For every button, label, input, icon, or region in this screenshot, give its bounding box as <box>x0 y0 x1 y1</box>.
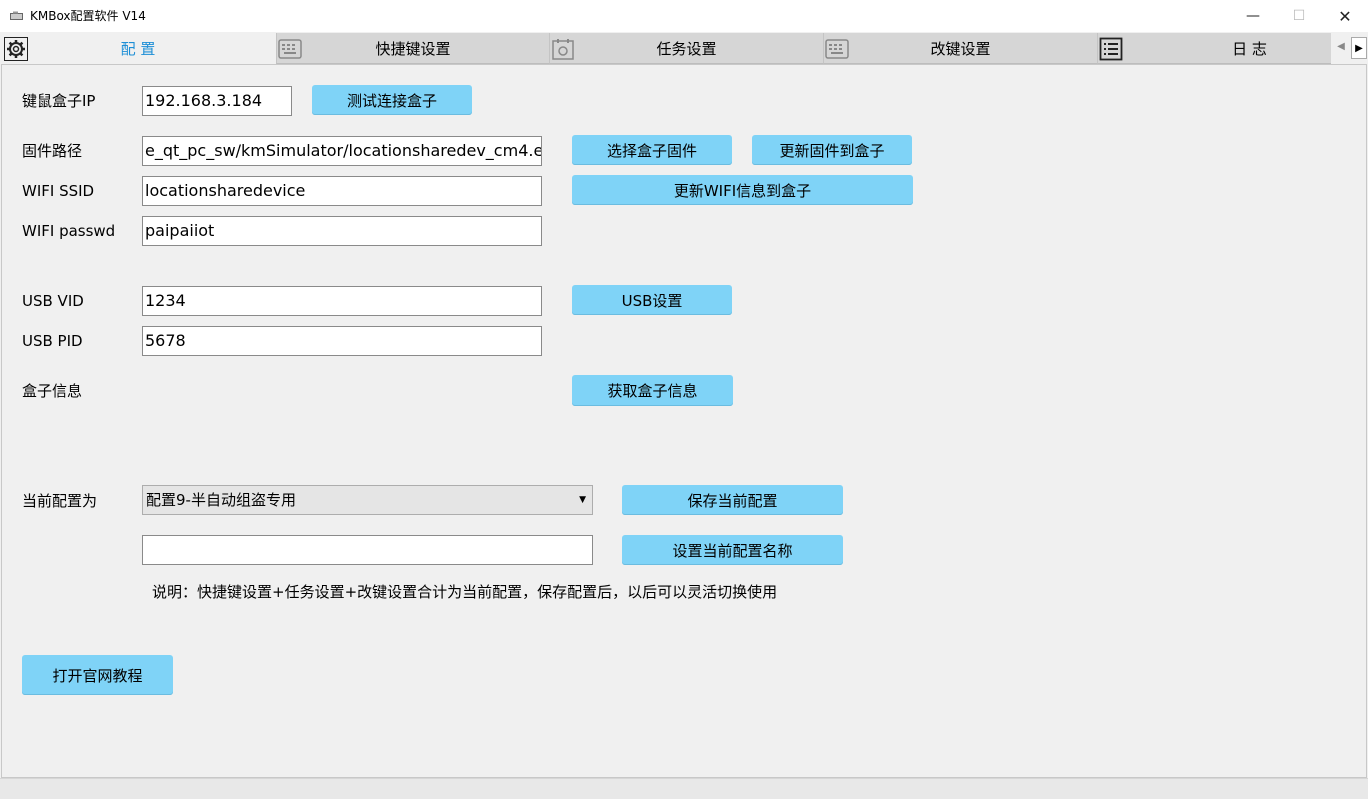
usb-settings-button[interactable]: USB设置 <box>572 285 732 315</box>
tab-remap[interactable]: 改键设置 <box>823 33 1097 64</box>
test-connection-button[interactable]: 测试连接盒子 <box>312 85 472 115</box>
gear-icon <box>4 37 28 61</box>
tab-label: 配 置 <box>120 40 156 58</box>
status-bar <box>0 778 1368 799</box>
config-panel <box>1 64 1367 778</box>
box-info-label: 盒子信息 <box>22 382 83 400</box>
select-firmware-button[interactable]: 选择盒子固件 <box>572 135 732 165</box>
current-config-value: 配置9-半自动组盗专用 <box>146 491 296 509</box>
minimize-button[interactable]: — <box>1230 0 1276 32</box>
save-config-button[interactable]: 保存当前配置 <box>622 485 843 515</box>
ip-label: 键鼠盒子IP <box>22 92 96 110</box>
current-config-select[interactable]: 配置9-半自动组盗专用 ▼ <box>142 485 593 515</box>
current-config-label: 当前配置为 <box>22 492 98 510</box>
update-firmware-button[interactable]: 更新固件到盒子 <box>752 135 912 165</box>
tab-tasks[interactable]: 任务设置 <box>549 33 823 64</box>
get-box-info-button[interactable]: 获取盒子信息 <box>572 375 733 406</box>
tab-scroll-left-button[interactable]: ◀ <box>1334 39 1348 53</box>
window-title: KMBox配置软件 V14 <box>30 9 146 23</box>
tab-label: 改键设置 <box>930 39 991 58</box>
firmware-label: 固件路径 <box>22 142 83 160</box>
set-config-name-button[interactable]: 设置当前配置名称 <box>622 535 843 565</box>
tab-shortcuts[interactable]: 快捷键设置 <box>276 33 549 64</box>
usb-vid-input[interactable]: 1234 <box>142 286 542 316</box>
tab-label: 日 志 <box>1232 39 1267 58</box>
task-icon <box>552 39 574 60</box>
tab-log[interactable]: 日 志 <box>1097 33 1331 64</box>
wifi-ssid-label: WIFI SSID <box>22 182 95 200</box>
wifi-passwd-input[interactable]: paipaiiot <box>142 216 542 246</box>
tab-label: 快捷键设置 <box>375 39 451 58</box>
tab-bar: 配 置 快捷键设置 任务设置 改键设置 日 志 ◀ ▶ <box>0 33 1368 65</box>
config-name-input[interactable] <box>142 535 593 565</box>
title-bar: KMBox配置软件 V14 — ☐ ✕ <box>0 0 1368 32</box>
tab-label: 任务设置 <box>656 39 717 58</box>
usb-pid-label: USB PID <box>22 332 83 350</box>
usb-vid-label: USB VID <box>22 292 84 310</box>
wifi-ssid-input[interactable]: locationsharedevice <box>142 176 542 206</box>
maximize-button[interactable]: ☐ <box>1276 0 1322 32</box>
firmware-path-input[interactable]: e_qt_pc_sw/kmSimulator/locationsharedev_… <box>142 136 542 166</box>
list-icon <box>1099 37 1123 61</box>
open-tutorial-button[interactable]: 打开官网教程 <box>22 655 173 695</box>
wifi-passwd-label: WIFI passwd <box>22 222 116 240</box>
close-button[interactable]: ✕ <box>1322 0 1368 32</box>
keyboard-icon <box>825 39 849 59</box>
tab-config[interactable]: 配 置 <box>0 33 276 64</box>
ip-input[interactable]: 192.168.3.184 <box>142 86 292 116</box>
config-note: 说明：快捷键设置+任务设置+改键设置合计为当前配置，保存配置后，以后可以灵活切换… <box>152 583 778 601</box>
usb-pid-input[interactable]: 5678 <box>142 326 542 356</box>
keyboard-icon <box>278 39 302 59</box>
chevron-down-icon: ▼ <box>579 495 586 505</box>
update-wifi-button[interactable]: 更新WIFI信息到盒子 <box>572 175 913 205</box>
app-icon <box>10 11 23 20</box>
tab-scroll-right-button[interactable]: ▶ <box>1351 37 1367 59</box>
